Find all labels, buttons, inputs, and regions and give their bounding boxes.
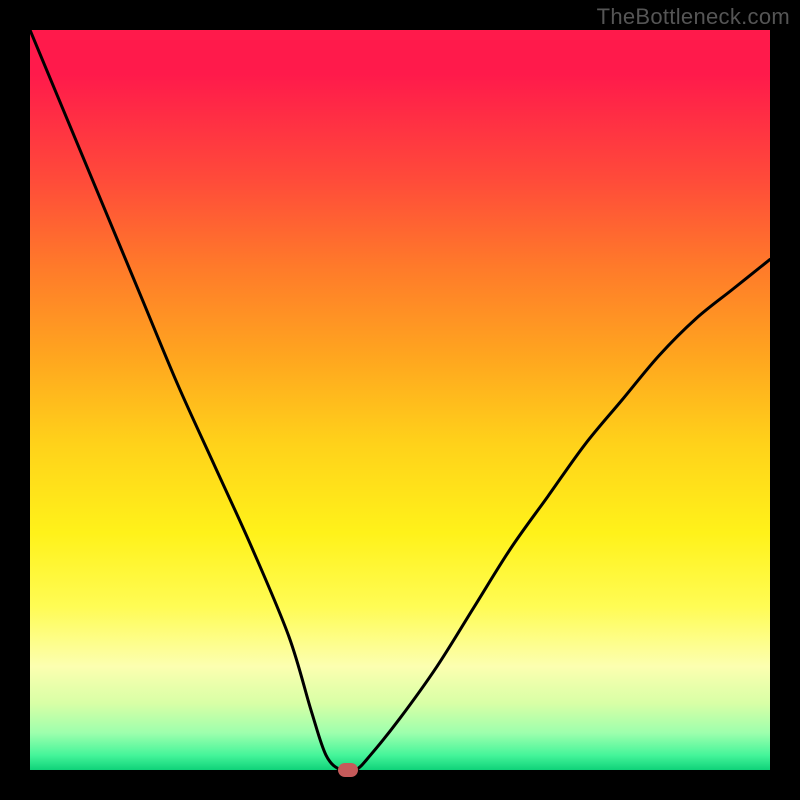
optimal-point-marker <box>338 763 358 777</box>
bottleneck-curve <box>30 30 770 770</box>
chart-frame: TheBottleneck.com <box>0 0 800 800</box>
plot-area <box>30 30 770 770</box>
watermark-text: TheBottleneck.com <box>597 4 790 30</box>
